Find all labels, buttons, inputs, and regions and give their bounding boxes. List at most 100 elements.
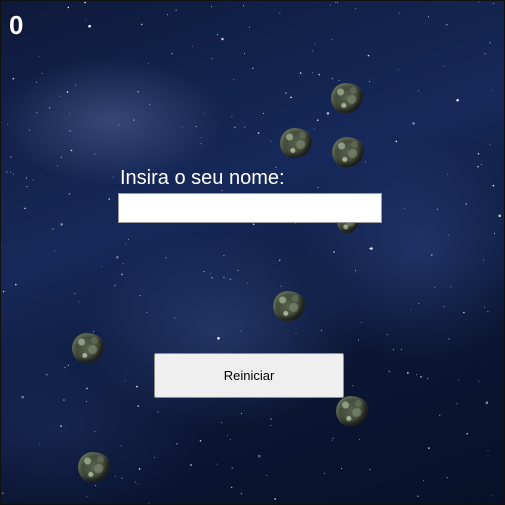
star <box>490 89 492 91</box>
star <box>85 19 87 21</box>
star <box>331 440 333 442</box>
star <box>312 50 314 52</box>
star <box>2 290 5 293</box>
star <box>223 255 225 257</box>
star <box>216 34 218 36</box>
star <box>32 179 34 181</box>
star <box>120 445 122 447</box>
star <box>247 282 249 284</box>
star <box>448 338 450 340</box>
star <box>138 468 141 470</box>
star <box>233 79 235 81</box>
star <box>484 306 486 308</box>
star <box>74 292 76 294</box>
star <box>67 364 69 366</box>
star <box>332 437 334 439</box>
star <box>54 250 56 252</box>
star <box>154 457 156 459</box>
star <box>257 132 260 134</box>
star <box>6 171 8 173</box>
star <box>121 273 123 276</box>
star <box>395 140 398 143</box>
star <box>443 65 445 67</box>
star <box>86 400 87 402</box>
star <box>101 265 103 267</box>
star <box>465 203 468 205</box>
star <box>478 1 480 3</box>
star <box>361 322 363 323</box>
star <box>369 469 371 471</box>
star <box>410 309 412 311</box>
star <box>278 259 281 262</box>
star <box>36 112 38 114</box>
star <box>446 477 448 479</box>
restart-button[interactable]: Reiniciar <box>154 353 344 398</box>
star <box>1 245 2 247</box>
star <box>234 126 236 129</box>
star <box>447 173 449 175</box>
star <box>63 399 65 401</box>
star <box>443 306 445 308</box>
star <box>412 122 415 125</box>
star <box>67 6 70 9</box>
star <box>147 62 149 64</box>
star <box>404 207 406 209</box>
star <box>7 123 9 125</box>
star <box>240 492 243 495</box>
name-input[interactable] <box>118 193 382 223</box>
star <box>134 481 136 483</box>
star <box>68 113 70 115</box>
star <box>114 475 116 477</box>
star <box>12 77 15 80</box>
star <box>335 2 337 3</box>
star <box>338 80 340 81</box>
star <box>240 330 242 332</box>
star <box>12 173 14 175</box>
star <box>456 403 458 405</box>
star <box>448 234 449 236</box>
star <box>94 430 96 432</box>
star <box>38 55 40 57</box>
star <box>223 276 225 278</box>
star <box>354 7 356 9</box>
star <box>93 331 94 333</box>
star <box>136 385 138 388</box>
star <box>398 12 400 14</box>
star <box>203 271 205 273</box>
star <box>116 255 119 259</box>
star <box>149 103 151 105</box>
star <box>195 126 197 128</box>
star <box>200 143 202 145</box>
star <box>210 273 212 274</box>
star <box>122 263 124 264</box>
star <box>68 193 71 195</box>
star <box>114 284 116 287</box>
star <box>354 270 356 272</box>
star <box>299 72 302 74</box>
star <box>181 126 183 128</box>
game-canvas[interactable]: 0 Insira o seu nome: Reiniciar <box>0 0 505 505</box>
star <box>428 447 430 449</box>
star <box>416 374 417 376</box>
star <box>229 278 232 281</box>
star <box>357 339 359 341</box>
star <box>407 372 409 374</box>
star <box>498 214 502 218</box>
star <box>368 248 370 249</box>
star <box>341 468 342 469</box>
star <box>2 492 4 495</box>
star <box>60 96 62 98</box>
star <box>290 96 292 99</box>
star <box>423 480 425 482</box>
star <box>244 52 246 54</box>
star <box>492 495 493 497</box>
star <box>217 337 220 340</box>
star <box>252 67 254 70</box>
star <box>46 373 48 376</box>
star <box>489 41 491 44</box>
star <box>86 387 88 390</box>
star <box>52 228 54 230</box>
star <box>485 401 489 405</box>
star <box>367 54 370 57</box>
star <box>418 90 420 92</box>
